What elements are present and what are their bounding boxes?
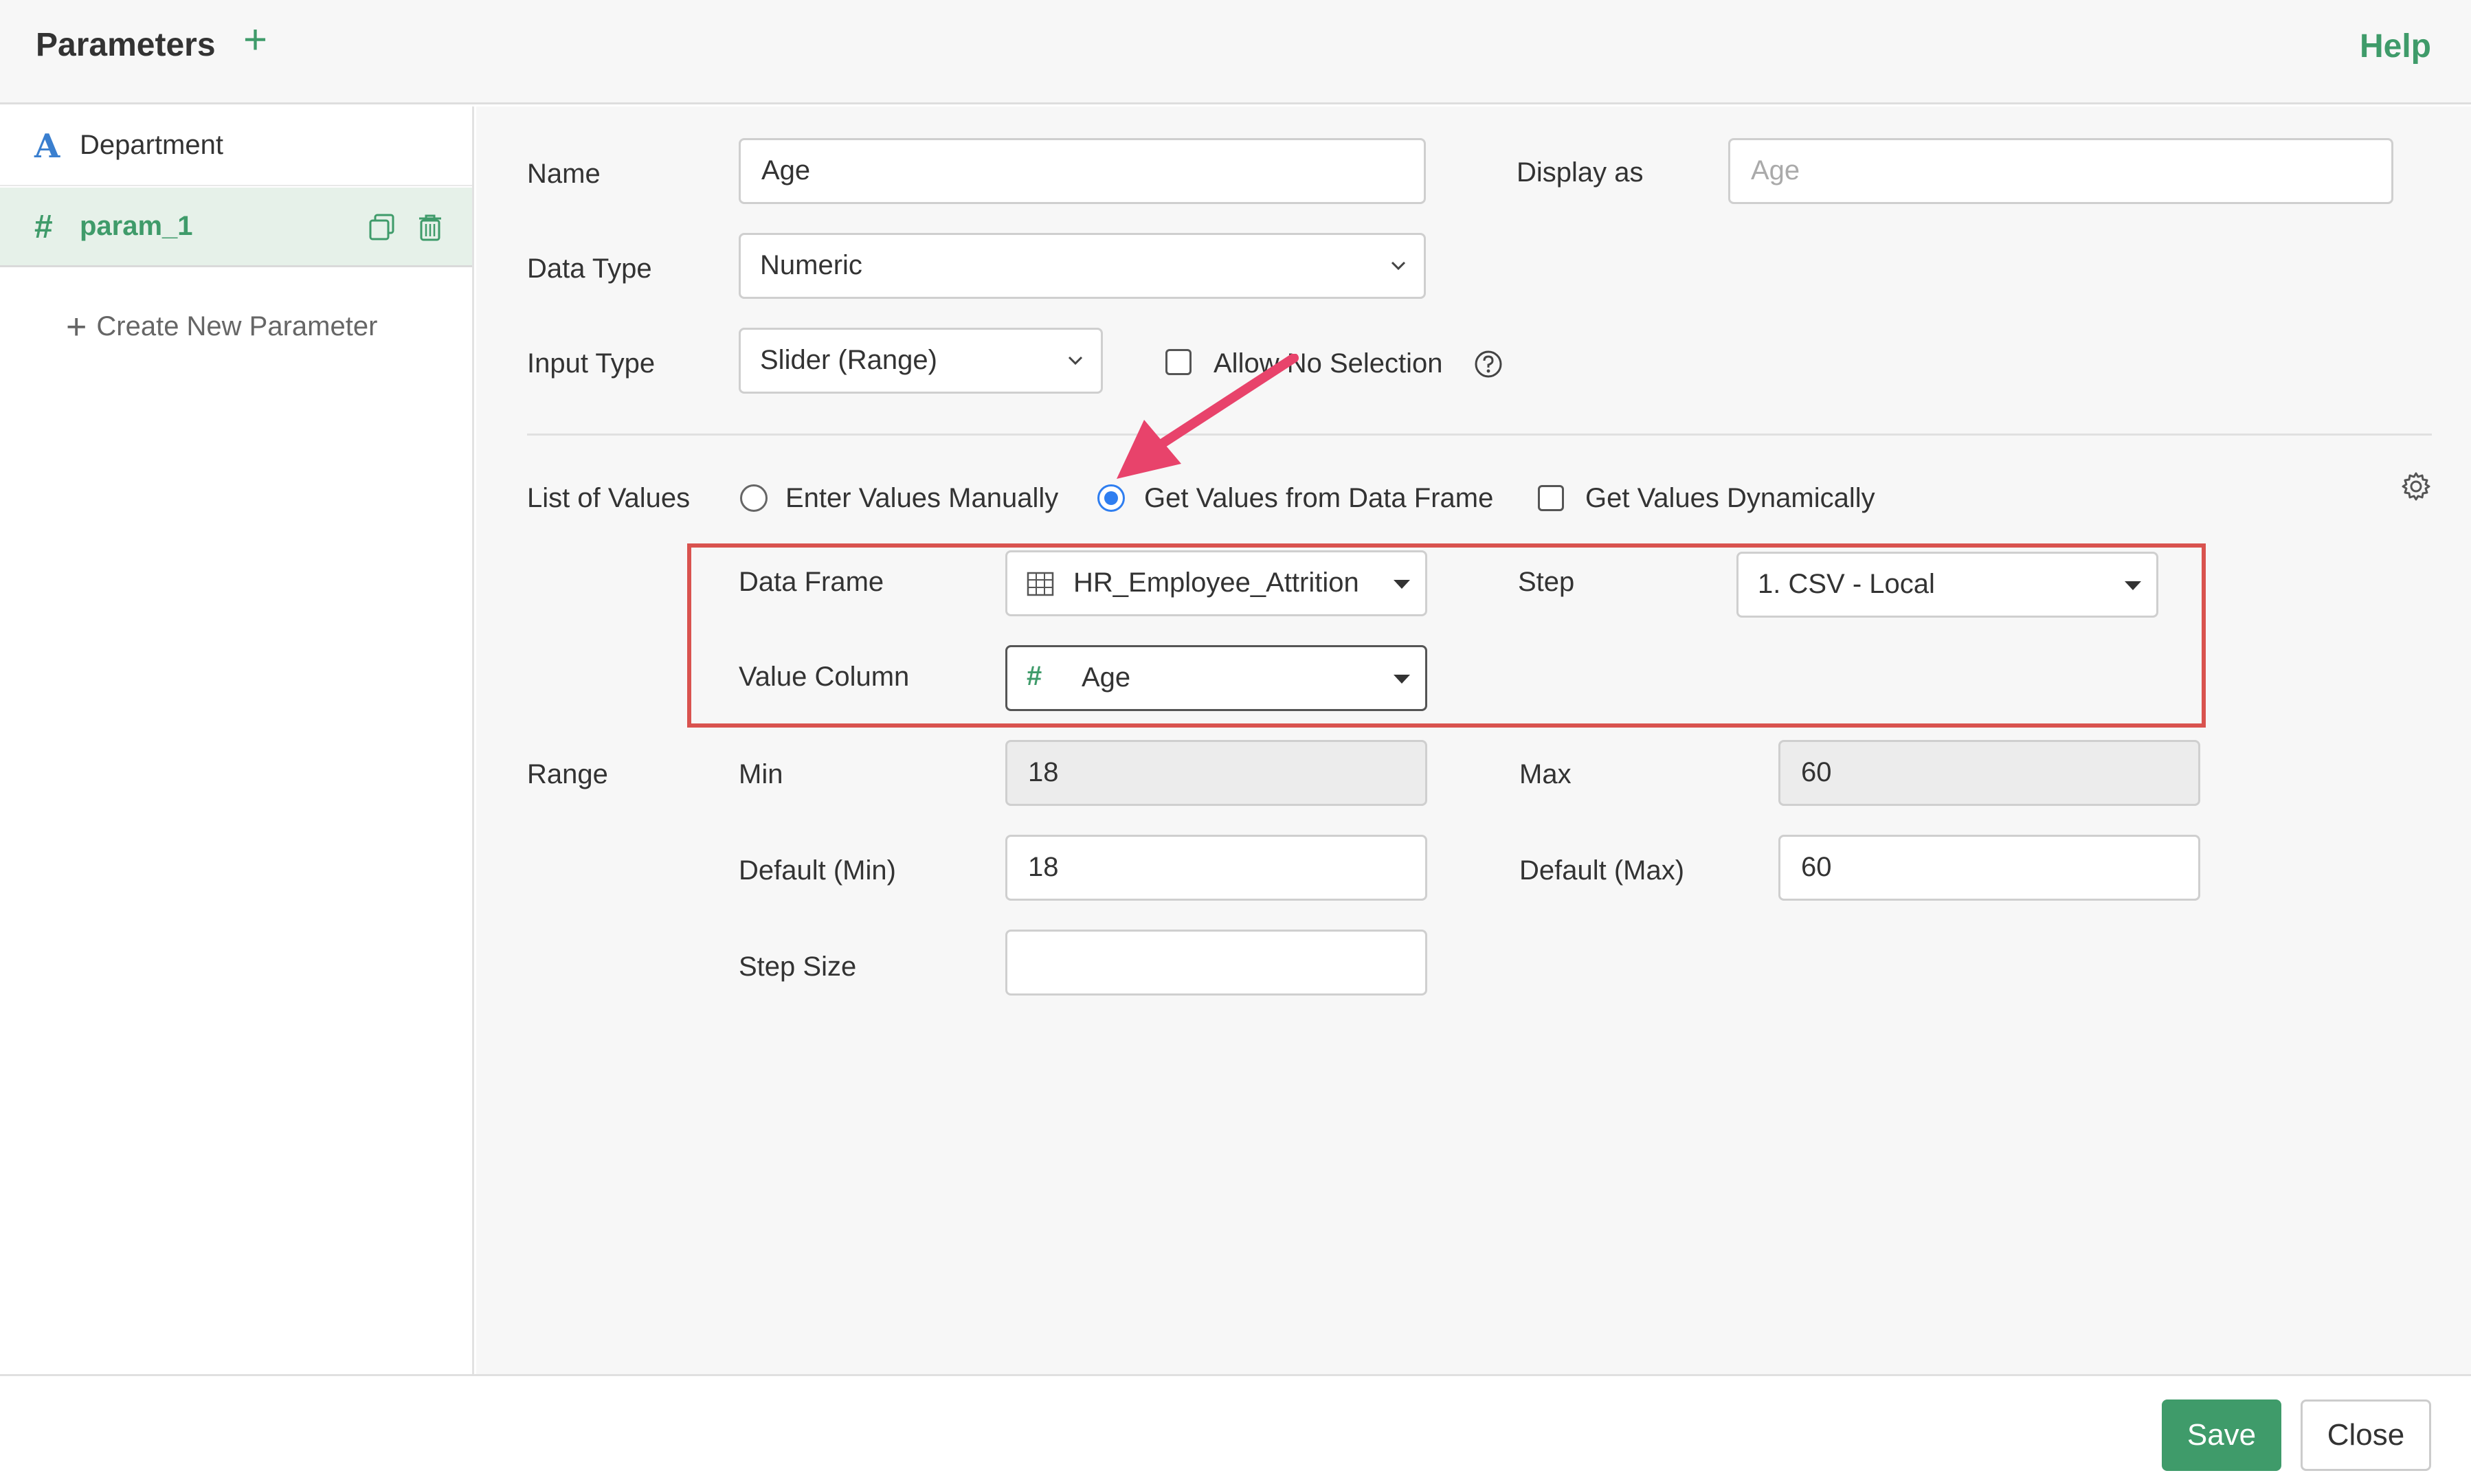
trash-icon[interactable] — [415, 212, 445, 243]
name-input[interactable]: Age — [739, 138, 1426, 204]
chevron-down-icon — [1068, 356, 1083, 366]
data-type-select[interactable]: Numeric — [739, 233, 1426, 299]
section-divider — [527, 434, 2432, 436]
display-as-label: Display as — [1517, 157, 1644, 188]
annotation-arrow-icon — [1117, 354, 1299, 479]
display-as-input[interactable]: Age — [1728, 138, 2393, 204]
numeric-type-icon: # — [34, 209, 53, 245]
annotation-highlight-box — [687, 543, 2206, 728]
parameter-sidebar: A Department # param_1 + Create New Param… — [0, 106, 474, 1374]
sidebar-item-param-1[interactable]: # param_1 — [0, 188, 472, 267]
max-label: Max — [1519, 759, 1572, 789]
get-values-dynamically-label[interactable]: Get Values Dynamically — [1585, 483, 1875, 514]
add-parameter-icon[interactable]: + — [243, 19, 267, 60]
default-max-input[interactable]: 60 — [1778, 835, 2200, 901]
sidebar-item-label: Department — [80, 130, 223, 160]
help-link[interactable]: Help — [2360, 27, 2431, 65]
default-min-input[interactable]: 18 — [1005, 835, 1427, 901]
step-size-label: Step Size — [739, 952, 857, 982]
radio-enter-values-manually[interactable] — [740, 484, 768, 512]
create-new-label: Create New Parameter — [96, 311, 378, 341]
close-button[interactable]: Close — [2301, 1399, 2431, 1471]
text-type-icon: A — [34, 127, 60, 166]
dialog-title: Parameters — [36, 27, 216, 63]
input-type-label: Input Type — [527, 348, 656, 379]
chevron-down-icon — [1391, 261, 1406, 271]
max-input: 60 — [1778, 740, 2200, 806]
create-new-parameter-link[interactable]: + Create New Parameter — [66, 303, 378, 347]
data-type-label: Data Type — [527, 254, 652, 284]
dialog-footer: Save Close — [0, 1374, 2471, 1484]
input-type-value: Slider (Range) — [760, 345, 937, 375]
plus-icon: + — [66, 307, 87, 347]
min-label: Min — [739, 759, 783, 789]
default-min-label: Default (Min) — [739, 855, 896, 886]
gear-icon[interactable] — [2400, 471, 2432, 502]
save-button[interactable]: Save — [2162, 1399, 2281, 1471]
enter-values-manually-label[interactable]: Enter Values Manually — [785, 483, 1058, 514]
default-max-label: Default (Max) — [1519, 855, 1685, 886]
step-size-input[interactable] — [1005, 930, 1427, 996]
get-values-dynamically-checkbox[interactable] — [1538, 485, 1564, 511]
help-circle-icon[interactable] — [1474, 350, 1503, 379]
name-label: Name — [527, 159, 601, 189]
range-label: Range — [527, 759, 608, 789]
dialog-header: Parameters + Help — [0, 0, 2471, 104]
sidebar-item-department[interactable]: A Department — [0, 106, 472, 186]
parameter-form: Name Age Display as Age Data Type Numeri… — [476, 106, 2471, 1374]
sidebar-item-label: param_1 — [80, 211, 193, 241]
input-type-select[interactable]: Slider (Range) — [739, 328, 1103, 394]
list-of-values-label: List of Values — [527, 483, 691, 513]
min-input: 18 — [1005, 740, 1427, 806]
data-type-value: Numeric — [760, 250, 862, 280]
duplicate-icon[interactable] — [367, 212, 397, 243]
